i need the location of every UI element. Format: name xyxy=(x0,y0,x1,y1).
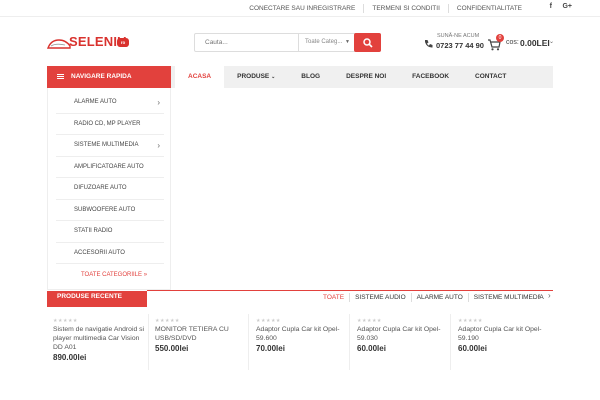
chevron-right-icon: › xyxy=(157,98,160,107)
category-select-value: Toate Categ... xyxy=(305,39,343,45)
rating-stars: ★★★★★ xyxy=(458,318,483,324)
sidebar-item-label: ACCESORII AUTO xyxy=(74,249,125,256)
main-navbar: NAVIGARE RAPIDA ACASA PRODUSE ⌄ BLOG DES… xyxy=(47,66,553,88)
chevron-down-icon: ⌄ xyxy=(549,39,555,45)
sidebar-item-label: RADIO CD, MP PLAYER xyxy=(74,120,141,127)
sidebar-item-radio-cd[interactable]: RADIO CD, MP PLAYER xyxy=(56,114,164,135)
recent-products-divider xyxy=(147,290,553,291)
product-name[interactable]: Adaptor Cupla Car kit Opel-59.030 xyxy=(357,325,449,343)
product-card[interactable]: ★★★★★ Sistem de navigatie Android si pla… xyxy=(47,314,149,370)
product-name[interactable]: MONITOR TETIERA CU USB/SD/DVD xyxy=(155,325,247,343)
product-price: 890.00lei xyxy=(53,353,87,362)
sidebar-item-label: SISTEME MULTIMEDIA xyxy=(74,142,139,148)
login-register-link[interactable]: CONECTARE SAU INREGISTRARE xyxy=(241,4,363,13)
rating-stars: ★★★★★ xyxy=(256,318,281,324)
cart-count-badge: 0 xyxy=(496,34,504,42)
product-price: 60.00lei xyxy=(357,344,386,353)
nav-item-produse-label: PRODUSE xyxy=(237,73,270,80)
menu-icon xyxy=(57,74,64,79)
product-list: ★★★★★ Sistem de navigatie Android si pla… xyxy=(47,314,553,370)
product-price: 550.00lei xyxy=(155,344,189,353)
tab-sisteme-audio[interactable]: SISTEME AUDIO xyxy=(349,293,411,302)
all-categories-label: TOATE CATEGORIILE xyxy=(81,272,143,278)
product-price: 60.00lei xyxy=(458,344,487,353)
rating-stars: ★★★★★ xyxy=(53,318,78,324)
nav-item-facebook[interactable]: FACEBOOK xyxy=(399,66,462,88)
sidebar-item-amplificatoare[interactable]: AMPLIFICATOARE AUTO xyxy=(56,157,164,178)
all-categories-link[interactable]: TOATE CATEGORIILE » xyxy=(56,272,164,278)
sidebar-item-difuzoare[interactable]: DIFUZOARE AUTO xyxy=(56,178,164,200)
cart[interactable]: 0 cos: 0.00LEI ⌄ xyxy=(487,34,557,53)
google-plus-icon[interactable]: G+ xyxy=(562,3,572,10)
chevron-down-icon: ⌄ xyxy=(271,74,276,80)
nav-item-contact[interactable]: CONTACT xyxy=(462,66,519,88)
phone-icon xyxy=(425,40,433,48)
top-links: CONECTARE SAU INREGISTRARE TERMENI SI CO… xyxy=(241,4,530,13)
privacy-link[interactable]: CONFIDENTIALITATE xyxy=(447,4,530,13)
sidebar-item-alarme-auto[interactable]: ALARME AUTO › xyxy=(56,92,164,114)
product-name[interactable]: Sistem de navigatie Android si player mu… xyxy=(53,325,145,352)
chevron-right-icon[interactable]: › xyxy=(548,291,551,300)
recent-products-title: PRODUSE RECENTE xyxy=(47,291,147,307)
sidebar-item-label: STATII RADIO xyxy=(74,228,113,234)
cart-total: 0.00LEI xyxy=(520,38,550,48)
product-name[interactable]: Adaptor Cupla Car kit Opel-59.190 xyxy=(458,325,550,343)
nav-item-produse[interactable]: PRODUSE ⌄ xyxy=(224,66,288,88)
sidebar-item-sisteme-multimedia[interactable]: SISTEME MULTIMEDIA › xyxy=(56,135,164,157)
phone-number[interactable]: 0723 77 44 90 xyxy=(436,41,484,50)
product-name[interactable]: Adaptor Cupla Car kit Opel-59.600 xyxy=(256,325,348,343)
sidebar-item-label: DIFUZOARE AUTO xyxy=(74,185,127,191)
chevron-left-icon[interactable]: ‹ xyxy=(538,291,541,300)
sidebar-item-label: AMPLIFICATOARE AUTO xyxy=(74,163,144,170)
category-sidebar: ALARME AUTO › RADIO CD, MP PLAYER SISTEM… xyxy=(47,88,171,290)
nav-item-blog[interactable]: BLOG xyxy=(288,66,333,88)
tab-toate[interactable]: TOATE xyxy=(318,293,349,302)
rating-stars: ★★★★★ xyxy=(357,318,382,324)
terms-link[interactable]: TERMENI SI CONDITII xyxy=(363,4,448,13)
top-bar: CONECTARE SAU INREGISTRARE TERMENI SI CO… xyxy=(0,0,600,17)
sidebar-item-subwoofere[interactable]: SUBWOOFERE AUTO xyxy=(56,200,164,221)
tab-sisteme-multimedia[interactable]: SISTEME MULTIMEDIA xyxy=(467,293,549,302)
category-select[interactable]: Toate Categ... ▼ xyxy=(298,34,355,51)
search-button[interactable] xyxy=(354,33,381,52)
double-chevron-right-icon: » xyxy=(143,272,148,278)
logo-badge: ro xyxy=(117,38,129,47)
nav-menu: ACASA PRODUSE ⌄ BLOG DESPRE NOI FACEBOOK… xyxy=(175,66,519,88)
product-price: 70.00lei xyxy=(256,344,285,353)
product-card[interactable]: ★★★★★ Adaptor Cupla Car kit Opel-59.600 … xyxy=(250,314,350,370)
product-filter-tabs: TOATE SISTEME AUDIO ALARME AUTO SISTEME … xyxy=(318,293,549,302)
search-bar: Toate Categ... ▼ xyxy=(194,33,381,52)
search-input[interactable] xyxy=(195,34,298,51)
search-icon xyxy=(363,38,373,48)
car-logo-icon xyxy=(47,39,71,49)
phone-label: SUNĂ-NE ACUM xyxy=(437,33,480,39)
product-card[interactable]: ★★★★★ MONITOR TETIERA CU USB/SD/DVD 550.… xyxy=(149,314,249,370)
tab-alarme-auto[interactable]: ALARME AUTO xyxy=(410,293,468,302)
sidebar-item-statii-radio[interactable]: STATII RADIO xyxy=(56,221,164,243)
nav-item-acasa[interactable]: ACASA xyxy=(175,66,225,88)
chevron-right-icon: › xyxy=(157,141,160,150)
quick-nav-label: NAVIGARE RAPIDA xyxy=(71,73,132,80)
phone-contact: SUNĂ-NE ACUM 0723 77 44 90 xyxy=(424,33,484,53)
sidebar-item-accesorii[interactable]: ACCESORII AUTO xyxy=(56,243,164,264)
nav-item-despre-noi[interactable]: DESPRE NOI xyxy=(333,66,399,88)
sidebar-item-label: SUBWOOFERE AUTO xyxy=(74,206,136,213)
facebook-icon[interactable]: f xyxy=(550,3,552,10)
site-logo[interactable]: SELENIU ro xyxy=(47,33,129,53)
rating-stars: ★★★★★ xyxy=(155,318,180,324)
chevron-down-icon: ▼ xyxy=(345,39,350,45)
product-card[interactable]: ★★★★★ Adaptor Cupla Car kit Opel-59.190 … xyxy=(452,314,552,370)
product-card[interactable]: ★★★★★ Adaptor Cupla Car kit Opel-59.030 … xyxy=(351,314,451,370)
cart-label: cos: xyxy=(506,39,519,46)
sidebar-item-label: ALARME AUTO xyxy=(74,99,117,105)
quick-nav-button[interactable]: NAVIGARE RAPIDA xyxy=(47,66,171,88)
